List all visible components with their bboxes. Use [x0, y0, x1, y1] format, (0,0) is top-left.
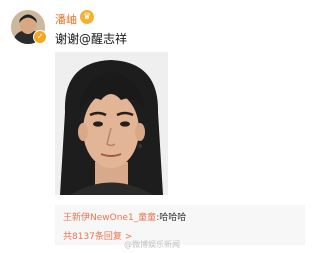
- crown-icon: ♛: [80, 10, 94, 24]
- post-username[interactable]: 潘岫: [55, 11, 77, 27]
- post-text-prefix: 谢谢: [55, 32, 80, 46]
- watermark: @微博娱乐新闻: [124, 240, 180, 249]
- reply-count-link[interactable]: 共8137条回复 >: [63, 229, 132, 242]
- post-mention-link[interactable]: @醒志祥: [79, 32, 127, 46]
- comment-body: 哈哈哈: [159, 213, 187, 223]
- comment-line: 王新伊NewOne1_童童:哈哈哈: [63, 210, 186, 223]
- post-text: 谢谢@醒志祥: [55, 30, 127, 47]
- comment-preview[interactable]: 王新伊NewOne1_童童:哈哈哈 共8137条回复 >: [55, 205, 305, 245]
- verified-badge-icon: ✓: [33, 30, 47, 44]
- comment-author[interactable]: 王新伊NewOne1_童童: [63, 213, 156, 223]
- post-photo[interactable]: [55, 52, 168, 195]
